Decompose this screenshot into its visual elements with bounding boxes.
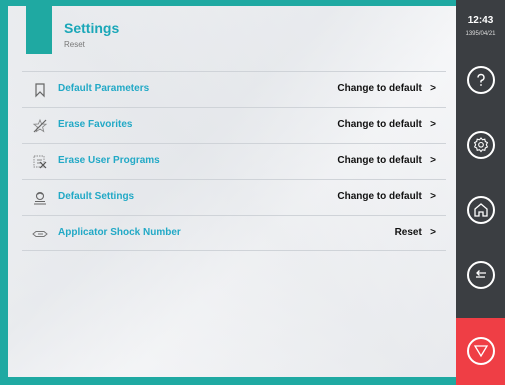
- chevron-right-icon: >: [430, 191, 436, 202]
- chevron-right-icon: >: [430, 83, 436, 94]
- erase-star-icon: [32, 118, 48, 134]
- action-label: Reset: [394, 227, 422, 238]
- reset-button[interactable]: Reset >: [395, 227, 436, 238]
- help-button[interactable]: [467, 66, 495, 94]
- row-label: Default Settings: [58, 191, 135, 202]
- erase-list-icon: [32, 154, 48, 170]
- page-subtitle: Reset: [64, 40, 85, 49]
- row-label: Default Parameters: [58, 83, 150, 94]
- row-label: Erase User Programs: [58, 155, 160, 166]
- row-erase-favorites[interactable]: Erase Favorites Change to default >: [22, 107, 446, 143]
- chevron-right-icon: >: [430, 119, 436, 130]
- right-sidebar: 12:43 1395/04/21: [456, 0, 505, 385]
- row-default-parameters[interactable]: Default Parameters Change to default >: [22, 71, 446, 107]
- row-label: Erase Favorites: [58, 119, 133, 130]
- action-label: Change to default: [337, 83, 422, 94]
- applicator-icon: [32, 226, 48, 242]
- home-button[interactable]: [467, 196, 495, 224]
- reset-user-icon: [32, 190, 48, 206]
- change-to-default-button[interactable]: Change to default >: [337, 155, 436, 166]
- change-to-default-button[interactable]: Change to default >: [337, 119, 436, 130]
- title-accent-bar: [26, 6, 52, 54]
- row-erase-user-programs[interactable]: Erase User Programs Change to default >: [22, 143, 446, 179]
- row-label: Applicator Shock Number: [58, 227, 181, 238]
- stop-icon: [473, 345, 489, 358]
- back-arrow-icon: [476, 270, 486, 278]
- back-button[interactable]: [467, 261, 495, 289]
- action-label: Change to default: [337, 119, 422, 130]
- clock-time: 12:43: [467, 15, 494, 26]
- change-to-default-button[interactable]: Change to default >: [337, 83, 436, 94]
- bookmark-icon: [32, 82, 48, 98]
- chevron-right-icon: >: [430, 155, 436, 166]
- stop-icon-ring: [467, 337, 495, 365]
- settings-panel: Settings Reset Default Parameters Change…: [8, 6, 456, 377]
- help-icon: [477, 73, 485, 86]
- change-to-default-button[interactable]: Change to default >: [337, 191, 436, 202]
- action-label: Change to default: [337, 155, 422, 166]
- chevron-right-icon: >: [430, 227, 436, 238]
- page-title: Settings: [64, 20, 120, 36]
- settings-button[interactable]: [467, 131, 495, 159]
- stop-button[interactable]: [456, 318, 505, 385]
- home-icon: [474, 203, 488, 217]
- settings-gear-icon: [473, 137, 489, 153]
- row-applicator-shock-number[interactable]: Applicator Shock Number Reset >: [22, 215, 446, 251]
- clock-date: 1395/04/21: [465, 31, 496, 37]
- action-label: Change to default: [337, 191, 422, 202]
- row-default-settings[interactable]: Default Settings Change to default >: [22, 179, 446, 215]
